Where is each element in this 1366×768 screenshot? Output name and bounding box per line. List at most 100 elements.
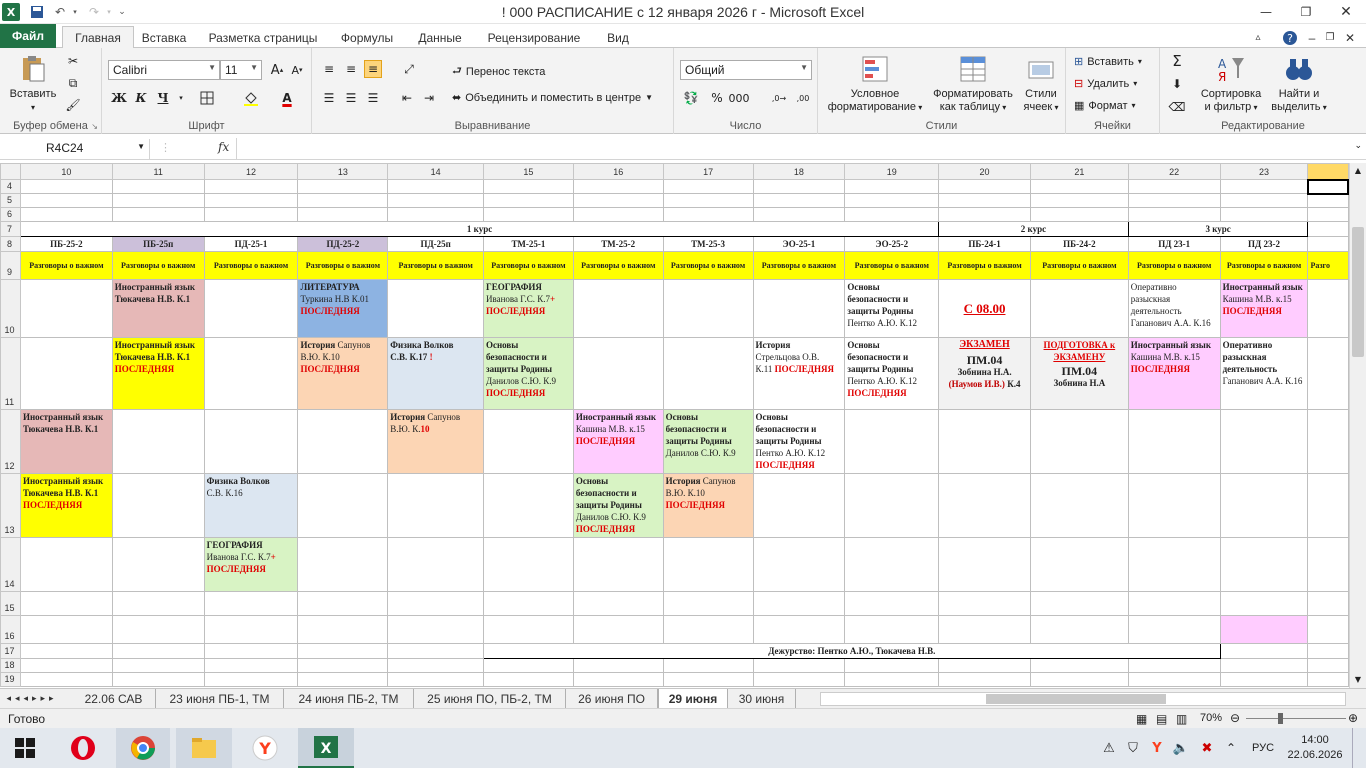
cell[interactable] bbox=[387, 279, 484, 338]
cell[interactable] bbox=[482, 473, 574, 538]
lesson-cell[interactable]: Иностранный язык Тюкачева Н.В. К.1 bbox=[111, 279, 205, 338]
row-header[interactable]: 10 bbox=[0, 279, 21, 338]
tray-expand-icon[interactable]: ⌃ bbox=[1220, 728, 1242, 768]
row-header[interactable]: 12 bbox=[0, 409, 21, 474]
cell[interactable] bbox=[1307, 279, 1349, 338]
cell[interactable] bbox=[752, 279, 846, 338]
dialog-launcher-icon[interactable]: ↘ bbox=[91, 122, 98, 131]
cell[interactable] bbox=[752, 672, 846, 687]
start-button[interactable] bbox=[0, 728, 50, 768]
cell[interactable] bbox=[203, 658, 299, 673]
group-header[interactable]: ПБ-25п bbox=[111, 236, 205, 252]
italic-button[interactable]: К bbox=[132, 89, 150, 107]
cell[interactable] bbox=[662, 537, 754, 592]
cell[interactable] bbox=[1029, 207, 1129, 222]
course-2-label[interactable]: 2 курс bbox=[938, 221, 1129, 237]
cell[interactable] bbox=[203, 279, 299, 338]
lesson-cell[interactable]: Иностранный язык Кашина М.В. к.15 ПОСЛЕДНЯ… bbox=[572, 409, 664, 474]
cell[interactable] bbox=[1307, 658, 1349, 673]
row-header[interactable]: 4 bbox=[0, 179, 21, 194]
row-header[interactable]: 18 bbox=[0, 658, 21, 673]
col-header[interactable]: 18 bbox=[752, 163, 846, 180]
cell[interactable] bbox=[19, 643, 113, 659]
cell[interactable] bbox=[844, 179, 940, 194]
cell[interactable] bbox=[844, 207, 940, 222]
cell[interactable] bbox=[1127, 193, 1221, 208]
cell[interactable] bbox=[482, 591, 574, 616]
lesson-cell[interactable]: История Сапунов В.Ю. К.10 bbox=[387, 409, 484, 474]
decrease-decimal-icon[interactable]: ,00 bbox=[792, 89, 814, 107]
cell[interactable] bbox=[662, 279, 754, 338]
cell[interactable] bbox=[387, 473, 484, 538]
cell[interactable] bbox=[662, 591, 754, 616]
cell[interactable] bbox=[572, 193, 664, 208]
align-center-icon[interactable]: ☰ bbox=[342, 89, 360, 107]
col-header[interactable]: 16 bbox=[572, 163, 664, 180]
cell[interactable] bbox=[297, 615, 389, 644]
scroll-up-icon[interactable]: ▲ bbox=[1350, 163, 1366, 179]
cell[interactable]: Разговоры о важном bbox=[203, 251, 299, 280]
zoom-slider-thumb[interactable] bbox=[1278, 713, 1283, 724]
align-bottom-icon[interactable]: ≡ bbox=[364, 60, 382, 78]
cell[interactable] bbox=[19, 279, 113, 338]
cell[interactable] bbox=[938, 193, 1031, 208]
zoom-level[interactable]: 70% bbox=[1200, 712, 1222, 724]
antivirus-icon[interactable]: ✖ bbox=[1196, 728, 1218, 768]
fill-icon[interactable]: ⬇ bbox=[1168, 75, 1186, 93]
minimize-icon[interactable]: — bbox=[1246, 0, 1286, 24]
cell[interactable] bbox=[111, 473, 205, 538]
show-desktop-button[interactable] bbox=[1352, 728, 1366, 768]
group-header[interactable]: ПБ-24-2 bbox=[1029, 236, 1129, 252]
cell-styles-button[interactable]: Стили ячеек ▾ bbox=[1018, 54, 1064, 114]
cell[interactable]: Разговоры о важном bbox=[572, 251, 664, 280]
workbook-restore-icon[interactable]: ❐ bbox=[1322, 27, 1338, 48]
cell[interactable]: Разговоры о важном bbox=[297, 251, 389, 280]
borders-icon[interactable] bbox=[198, 89, 216, 107]
shrink-font-icon[interactable]: A ▾ bbox=[288, 61, 306, 79]
lesson-cell[interactable]: Иностранный язык Кашина М.В. к.15 ПОСЛЕДНЯ… bbox=[1127, 337, 1221, 410]
lesson-cell[interactable]: Оперативно разыскная деятельность Гапанович… bbox=[1219, 337, 1309, 410]
font-size-select[interactable]: 11 ▼ bbox=[220, 60, 262, 80]
col-header[interactable]: 22 bbox=[1127, 163, 1221, 180]
wrap-text-button[interactable]: ⮐ Перенос текста bbox=[452, 62, 545, 81]
thousands-icon[interactable]: 000 bbox=[726, 89, 752, 107]
cell[interactable] bbox=[1127, 473, 1221, 538]
cell[interactable] bbox=[1219, 473, 1309, 538]
lesson-cell[interactable]: Основы безопасности и защиты Родины Данилов… bbox=[572, 473, 664, 538]
cell[interactable] bbox=[297, 207, 389, 222]
scroll-down-icon[interactable]: ▼ bbox=[1350, 672, 1366, 688]
increase-decimal-icon[interactable]: ,0→ bbox=[768, 89, 790, 107]
cell[interactable] bbox=[844, 672, 940, 687]
clock[interactable]: 14:00 22.06.2026 bbox=[1287, 728, 1342, 768]
opera-icon[interactable] bbox=[58, 728, 108, 768]
number-format-select[interactable]: Общий ▼ bbox=[680, 60, 812, 80]
cell[interactable] bbox=[1307, 193, 1349, 208]
cell[interactable] bbox=[752, 658, 846, 673]
cell[interactable] bbox=[752, 193, 846, 208]
col-header[interactable]: 10 bbox=[19, 163, 113, 180]
cell[interactable] bbox=[297, 643, 389, 659]
restore-icon[interactable]: ❐ bbox=[1286, 0, 1326, 24]
active-cell[interactable] bbox=[1306, 178, 1349, 195]
row-header[interactable]: 7 bbox=[0, 221, 21, 237]
cell[interactable] bbox=[1127, 409, 1221, 474]
cell[interactable] bbox=[203, 409, 299, 474]
clear-icon[interactable]: ⌫ bbox=[1168, 98, 1186, 116]
cell[interactable] bbox=[752, 207, 846, 222]
lesson-cell[interactable]: История Сапунов В.Ю. К.10 ПОСЛЕДНЯЯ bbox=[297, 337, 389, 410]
group-header[interactable] bbox=[1307, 236, 1349, 252]
col-header[interactable]: 21 bbox=[1029, 163, 1129, 180]
col-header[interactable]: 17 bbox=[662, 163, 754, 180]
col-header[interactable]: 12 bbox=[203, 163, 299, 180]
row-header[interactable]: 16 bbox=[0, 615, 21, 644]
cell[interactable] bbox=[482, 672, 574, 687]
cell[interactable] bbox=[1029, 591, 1129, 616]
cell[interactable]: Разговоры о важном bbox=[662, 251, 754, 280]
network-warning-icon[interactable]: ⚠ bbox=[1098, 728, 1120, 768]
course-1-label[interactable]: 1 курс bbox=[19, 221, 940, 237]
workbook-minimize-icon[interactable]: – bbox=[1304, 27, 1320, 48]
zoom-out-icon[interactable]: ⊖ bbox=[1230, 711, 1240, 725]
align-middle-icon[interactable]: ≡ bbox=[342, 60, 360, 78]
sheet-tab[interactable]: 26 июня ПО bbox=[566, 689, 658, 708]
cell[interactable] bbox=[111, 658, 205, 673]
